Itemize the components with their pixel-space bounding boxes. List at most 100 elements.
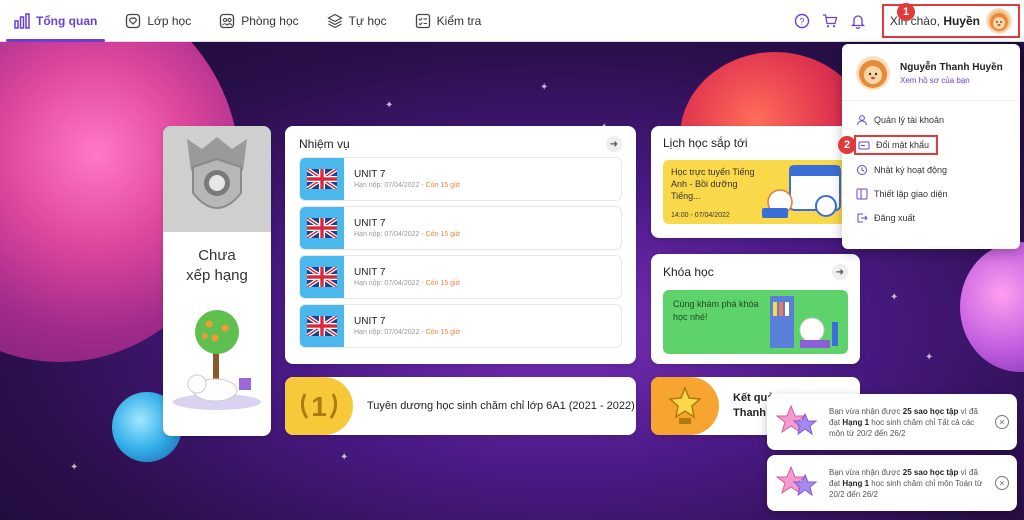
- top-navbar: Tổng quan Lớp học Phòng học Tự học Kiểm …: [0, 0, 1024, 42]
- uk-flag-icon: [300, 305, 344, 347]
- schedule-title: Lịch học sắp tới: [663, 136, 748, 150]
- room-icon: [220, 13, 235, 28]
- nav-tab-test[interactable]: Kiểm tra: [401, 0, 496, 42]
- menu-item-logout[interactable]: Đăng xuất: [854, 209, 1008, 227]
- calendar-cat-illustration: [762, 165, 841, 218]
- toast-close-button[interactable]: ✕: [995, 415, 1009, 429]
- user-icon: [857, 115, 867, 126]
- dropdown-profile-text: Nguyễn Thanh Huyền Xem hồ sơ của bạn: [900, 62, 1003, 85]
- course-item[interactable]: Cùng khám phá khóa học nhé!: [663, 290, 848, 354]
- history-icon: [857, 165, 867, 175]
- task-item[interactable]: UNIT 7 Hạn nộp: 07/04/2022 - Còn 15 giờ: [299, 255, 622, 299]
- svg-text:1: 1: [311, 391, 327, 422]
- task-item[interactable]: UNIT 7 Hạn nộp: 07/04/2022 - Còn 15 giờ: [299, 206, 622, 250]
- greeting-user-name: Huyền: [943, 14, 980, 28]
- reward-toast: Bạn vừa nhận được 25 sao học tập vì đã đ…: [767, 455, 1017, 511]
- tasks-header: Nhiệm vụ ➜: [299, 136, 622, 152]
- tasks-title: Nhiệm vụ: [299, 137, 350, 151]
- task-text: UNIT 7 Hạn nộp: 07/04/2022 - Còn 15 giờ: [344, 169, 460, 189]
- menu-item-account[interactable]: Quản lý tài khoản: [854, 111, 1008, 129]
- password-icon: [858, 141, 870, 150]
- cart-button[interactable]: [819, 10, 841, 32]
- nav-tab-room[interactable]: Phòng học: [205, 0, 312, 42]
- close-icon: ✕: [998, 478, 1006, 488]
- toast-close-button[interactable]: ✕: [995, 476, 1009, 490]
- user-dropdown-menu: Nguyễn Thanh Huyền Xem hồ sơ của bạn Quả…: [842, 44, 1020, 249]
- star-icon: ✦: [890, 292, 899, 303]
- logout-icon: [857, 213, 868, 223]
- task-meta: Hạn nộp: 07/04/2022 - Còn 15 giờ: [354, 280, 461, 287]
- course-title: Khóa học: [663, 265, 714, 279]
- dropdown-profile: Nguyễn Thanh Huyền Xem hồ sơ của bạn: [842, 44, 1020, 101]
- menu-item-activity-log[interactable]: Nhật ký hoạt động: [854, 161, 1008, 179]
- toast-message: Bạn vừa nhận được 25 sao học tập vì đã đ…: [829, 467, 983, 499]
- schedule-header: Lịch học sắp tới: [663, 136, 848, 150]
- task-meta: Hạn nộp: 07/04/2022 - Còn 15 giờ: [354, 182, 461, 189]
- course-card: Khóa học ➜ Cùng khám phá khóa học nhé!: [651, 254, 860, 364]
- help-icon: ?: [794, 13, 810, 29]
- arrow-right-icon: ➜: [609, 138, 619, 150]
- overview-icon: [14, 12, 30, 29]
- avatar: [856, 56, 890, 90]
- award-badge: 1: [285, 377, 353, 435]
- task-meta: Hạn nộp: 07/04/2022 - Còn 15 giờ: [354, 231, 461, 238]
- menu-item-label: Đổi mật khẩu: [876, 140, 930, 150]
- menu-item-interface-settings[interactable]: Thiết lập giao diện: [854, 185, 1008, 203]
- uk-flag-icon: [300, 158, 344, 200]
- schedule-item[interactable]: Học trực tuyến Tiếng Anh - Bồi dưỡng Tiế…: [663, 160, 848, 224]
- result-text: Kết quả Thanh: [733, 392, 774, 419]
- nav-tab-class[interactable]: Lớp học: [111, 0, 205, 42]
- award-card[interactable]: 1 Tuyên dương học sinh chăm chỉ lớp 6A1 …: [285, 377, 636, 435]
- task-text: UNIT 7 Hạn nộp: 07/04/2022 - Còn 15 giờ: [344, 267, 460, 287]
- planet-decoration: [960, 242, 1024, 372]
- nav-label: Tổng quan: [36, 13, 98, 28]
- result-badge: [651, 377, 719, 435]
- reward-toast: Bạn vừa nhận được 25 sao học tập vì đã đ…: [767, 394, 1017, 450]
- uk-flag-icon: [300, 256, 344, 298]
- avatar: [986, 8, 1012, 34]
- menu-item-label: Thiết lập giao diện: [874, 189, 948, 199]
- task-title: UNIT 7: [354, 169, 386, 180]
- menu-item-change-password[interactable]: Đổi mật khẩu: [854, 135, 938, 155]
- task-title: UNIT 7: [354, 267, 386, 278]
- course-more-button[interactable]: ➜: [832, 264, 848, 280]
- layout-icon: [856, 188, 868, 200]
- star-icon: ✦: [70, 462, 79, 473]
- class-icon: [126, 13, 141, 28]
- task-remaining: Còn 15 giờ: [425, 182, 461, 189]
- nav-tab-overview[interactable]: Tổng quan: [0, 0, 111, 42]
- menu-item-label: Đăng xuất: [874, 213, 916, 223]
- toast-message: Bạn vừa nhận được 25 sao học tập vì đã đ…: [829, 406, 978, 438]
- task-item[interactable]: UNIT 7 Hạn nộp: 07/04/2022 - Còn 15 giờ: [299, 304, 622, 348]
- task-remaining: Còn 15 giờ: [425, 329, 461, 336]
- tasks-more-button[interactable]: ➜: [606, 136, 622, 152]
- help-button[interactable]: ?: [791, 10, 813, 32]
- nav-label: Kiểm tra: [436, 13, 482, 28]
- bear-tree-illustration: [173, 310, 261, 410]
- laurel-number-one-icon: 1: [300, 391, 338, 422]
- notification-button[interactable]: [847, 10, 869, 32]
- course-banner-title: Cùng khám phá khóa học nhé!: [673, 299, 759, 322]
- menu-item-label: Quản lý tài khoản: [874, 115, 945, 125]
- dropdown-user-name: Nguyễn Thanh Huyền: [900, 61, 1003, 73]
- nav-tab-self-study[interactable]: Tự học: [313, 0, 401, 42]
- lion-avatar-icon: [859, 60, 887, 88]
- nav-label: Phòng học: [241, 13, 299, 28]
- schedule-item-time: 14:00 - 07/04/2022: [671, 212, 730, 219]
- task-title: UNIT 7: [354, 218, 386, 229]
- self-study-icon: [326, 13, 343, 28]
- tasks-card: Nhiệm vụ ➜ UNIT 7 Hạn nộp: 07/04/2022 - …: [285, 126, 636, 364]
- rank-shield-icon: [187, 137, 247, 209]
- award-text: Tuyên dương học sinh chăm chỉ lớp 6A1 (2…: [367, 400, 635, 412]
- stars-icon: [775, 404, 818, 436]
- rank-card: Chưa xếp hạng: [163, 126, 271, 436]
- task-item[interactable]: UNIT 7 Hạn nộp: 07/04/2022 - Còn 15 giờ: [299, 157, 622, 201]
- view-profile-link[interactable]: Xem hồ sơ của bạn: [900, 76, 1003, 85]
- task-remaining: Còn 15 giờ: [425, 280, 461, 287]
- schedule-item-title: Học trực tuyến Tiếng Anh - Bồi dưỡng Tiế…: [671, 167, 755, 201]
- nav-label: Lớp học: [147, 13, 192, 28]
- task-text: UNIT 7 Hạn nộp: 07/04/2022 - Còn 15 giờ: [344, 316, 460, 336]
- task-remaining: Còn 15 giờ: [425, 231, 461, 238]
- nav-label: Tự học: [348, 13, 387, 28]
- star-icon: ✦: [340, 452, 349, 463]
